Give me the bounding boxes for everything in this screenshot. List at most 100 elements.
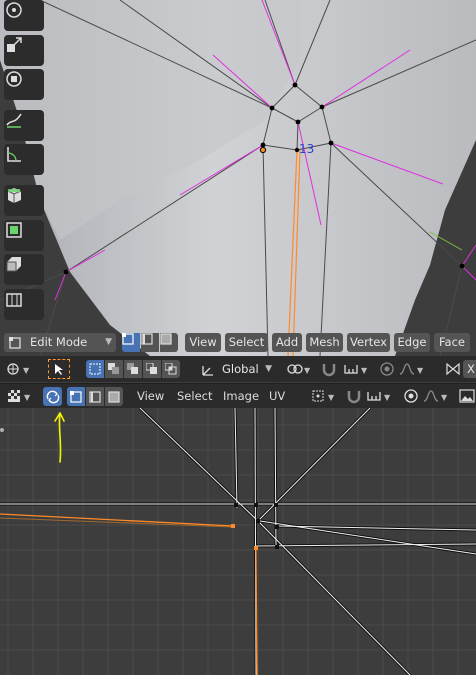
vertex-select-button[interactable] xyxy=(122,333,140,352)
svg-text:▼: ▼ xyxy=(23,366,30,375)
falloff-curve-icon: ▼ xyxy=(423,390,448,402)
select-intersect-button[interactable] xyxy=(162,360,180,378)
uv-falloff-dropdown[interactable]: ▼ xyxy=(421,387,451,405)
uv-snap-target-dropdown[interactable]: ▼ xyxy=(365,387,395,405)
orientation-dropdown[interactable]: Global ▼ xyxy=(198,360,276,379)
transform-tool[interactable] xyxy=(4,69,44,100)
mirror-x-button[interactable]: X xyxy=(463,360,476,378)
3d-viewport[interactable]: 13 Edit Mode ▼ View Select Add Mesh Vert… xyxy=(0,0,476,356)
select-invert-button[interactable] xyxy=(143,360,161,378)
add-cube-tool[interactable] xyxy=(4,185,44,216)
uv-face-select-button[interactable] xyxy=(105,387,123,406)
menu-vertex[interactable]: Vertex xyxy=(347,333,390,352)
svg-text:▼: ▼ xyxy=(441,393,448,402)
uv-sync-selection-button[interactable] xyxy=(43,387,62,406)
falloff-curve-icon: ▼ xyxy=(399,363,424,375)
face-select-button[interactable] xyxy=(160,333,178,352)
annotate-icon xyxy=(6,113,22,128)
mode-dropdown[interactable]: Edit Mode ▼ xyxy=(4,333,116,352)
uv-menu-select[interactable]: Select xyxy=(177,387,212,406)
uv-active-vertex[interactable] xyxy=(231,524,235,528)
snap-target-dropdown[interactable]: ▼ xyxy=(342,360,372,378)
menu-mesh[interactable]: Mesh xyxy=(306,333,343,352)
editor-type-dropdown[interactable]: ▼ xyxy=(6,387,36,405)
orientation-label: Global xyxy=(222,362,259,376)
menu-add[interactable]: Add xyxy=(272,333,302,352)
select-new-icon xyxy=(89,363,101,375)
uv-pivot-dropdown[interactable]: ▼ xyxy=(310,387,340,405)
snap-increment-icon: ▼ xyxy=(344,365,368,375)
image-icon xyxy=(459,389,475,403)
image-editor-icon: ▼ xyxy=(8,390,31,402)
vertex-index-label: 13 xyxy=(299,142,315,156)
loop-cut-tool[interactable] xyxy=(4,289,44,320)
menu-face[interactable]: Face xyxy=(434,333,470,352)
menu-edge[interactable]: Edge xyxy=(394,333,430,352)
uv-canvas[interactable] xyxy=(0,408,476,675)
loop-cut-icon xyxy=(6,293,22,307)
region-handle[interactable] xyxy=(0,428,4,432)
uv-editor-header: ▼ View Select Image UV ▼ ▼ ▼ xyxy=(0,383,476,409)
extrude-tool[interactable] xyxy=(4,220,44,251)
scale-tool[interactable] xyxy=(4,35,44,66)
rotate-tool[interactable] xyxy=(4,0,44,31)
vertex-select-icon xyxy=(122,333,134,345)
inset-icon xyxy=(6,257,21,272)
proportional-editing-icon xyxy=(380,362,394,376)
mesh-canvas[interactable] xyxy=(0,0,476,356)
chevron-down-icon: ▼ xyxy=(265,364,272,374)
uv-vertex-select-button[interactable] xyxy=(67,387,85,406)
uv-grid xyxy=(0,408,476,675)
annotation-arrow xyxy=(54,412,65,463)
select-new-button[interactable] xyxy=(86,360,104,378)
pivot-center-icon: ▼ xyxy=(312,390,335,402)
image-browse-button[interactable] xyxy=(458,387,476,405)
tool-settings-bar: ▼ Global ▼ ▼ ▼ ▼ X xyxy=(0,356,476,382)
add-cube-icon xyxy=(7,188,22,203)
proportional-editing-toggle[interactable] xyxy=(378,360,396,378)
chevron-down-icon: ▼ xyxy=(105,337,112,347)
uv-menu-uv[interactable]: UV xyxy=(269,387,285,406)
magnet-icon xyxy=(347,391,361,404)
edge-select-icon xyxy=(141,333,153,345)
link-icon: ▼ xyxy=(287,364,311,375)
uv-menu-image[interactable]: Image xyxy=(223,387,259,406)
select-subtract-button[interactable] xyxy=(124,360,142,378)
falloff-dropdown[interactable]: ▼ xyxy=(397,360,427,378)
select-invert-icon xyxy=(146,363,157,374)
snap-toggle[interactable] xyxy=(318,360,340,378)
active-vertex[interactable] xyxy=(259,146,267,154)
vertex-select-icon xyxy=(70,390,82,403)
inset-tool[interactable] xyxy=(4,254,44,285)
annotate-tool[interactable] xyxy=(4,110,44,141)
cursor-arrow-icon xyxy=(55,364,63,375)
uv-sync-icon xyxy=(46,390,59,403)
edge-select-icon xyxy=(89,390,101,403)
rotate-icon xyxy=(6,2,22,18)
uv-snap-toggle[interactable] xyxy=(345,387,363,405)
uv-proportional-editing-toggle[interactable] xyxy=(402,387,420,405)
uv-menu-view[interactable]: View xyxy=(137,387,164,406)
select-box-tool[interactable] xyxy=(48,359,70,379)
edge-select-button[interactable] xyxy=(141,333,159,352)
svg-text:▼: ▼ xyxy=(361,366,368,375)
pivot-icon[interactable]: ▼ xyxy=(4,360,34,378)
select-extend-button[interactable] xyxy=(105,360,123,378)
viewport-header: Edit Mode ▼ View Select Add Mesh Vertex … xyxy=(0,332,476,356)
pivot-point-dropdown[interactable]: ▼ xyxy=(284,360,314,378)
edit-mode-icon xyxy=(9,337,21,349)
scale-icon xyxy=(7,37,22,52)
select-subtract-icon xyxy=(127,363,138,374)
uv-editor[interactable] xyxy=(0,408,476,675)
mirror-toggle[interactable] xyxy=(444,360,462,378)
uv-edge-select-button[interactable] xyxy=(86,387,104,406)
menu-select[interactable]: Select xyxy=(225,333,268,352)
select-intersect-icon xyxy=(165,363,177,375)
menu-view[interactable]: View xyxy=(185,333,221,352)
svg-text:▼: ▼ xyxy=(24,393,31,402)
svg-text:▼: ▼ xyxy=(304,366,311,375)
butterfly-icon xyxy=(446,362,460,376)
svg-text:▼: ▼ xyxy=(328,393,335,402)
measure-tool[interactable] xyxy=(4,144,44,175)
transform-orientation-icon xyxy=(202,366,213,376)
